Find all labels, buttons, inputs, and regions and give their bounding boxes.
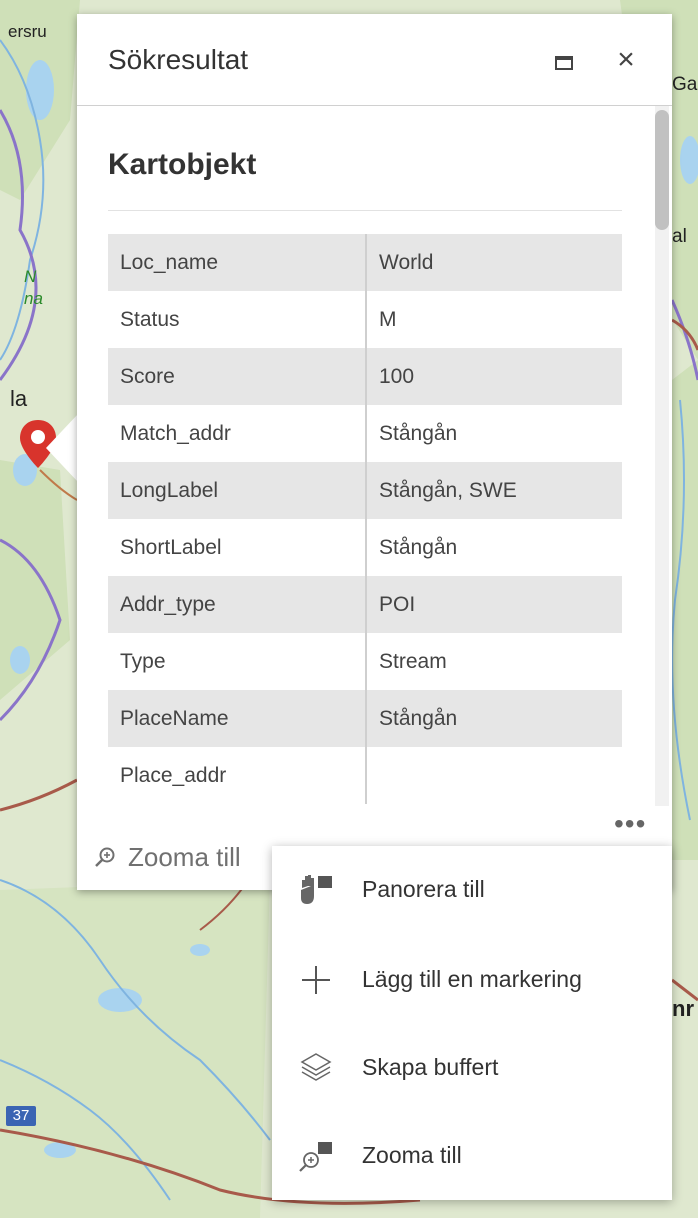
park-label-line1: N	[24, 267, 37, 286]
attribute-table: Loc_name World Status M Score 100 Match_addr St…	[108, 234, 622, 804]
attribute-value: POI	[366, 576, 622, 633]
attribute-key: Status	[108, 291, 367, 348]
attribute-value	[366, 747, 622, 804]
menu-item-label: Zooma till	[362, 1142, 462, 1168]
more-actions-button[interactable]: •••	[614, 810, 658, 840]
attribute-row: Addr_type POI	[108, 576, 622, 633]
feature-layer-title: Kartobjekt	[108, 148, 257, 181]
scrollbar-thumb[interactable]	[655, 110, 669, 230]
attribute-row: PlaceName Stångån	[108, 690, 622, 747]
attribute-value: Stångån	[366, 690, 622, 747]
attribute-row: Place_addr	[108, 747, 622, 804]
attribute-value: M	[379, 307, 397, 331]
maximize-button[interactable]	[548, 45, 580, 77]
menu-item-label: Skapa buffert	[362, 1054, 499, 1080]
map-place-label: la	[10, 386, 28, 411]
popup-pointer	[46, 414, 78, 482]
maximize-icon	[555, 56, 573, 70]
attribute-key: Match_addr	[108, 405, 367, 462]
attribute-key: Type	[108, 633, 367, 690]
layers-icon	[300, 1053, 332, 1081]
attribute-row: Type Stream	[108, 633, 622, 690]
divider	[108, 210, 622, 211]
attribute-row: Match_addr Stångån	[108, 405, 622, 462]
park-label-line2: na	[24, 289, 43, 308]
attribute-value: World	[366, 234, 622, 291]
popup-header: Sökresultat ×	[77, 14, 672, 106]
zoom-to-icon	[299, 1142, 332, 1172]
attribute-key: ShortLabel	[108, 519, 367, 576]
attribute-value: Stångån	[379, 535, 458, 559]
attribute-key: LongLabel	[108, 462, 367, 519]
plus-icon	[302, 966, 330, 994]
attribute-key: PlaceName	[108, 690, 367, 747]
attribute-row: Status M	[108, 291, 622, 348]
map-place-label: al	[672, 226, 687, 247]
attribute-value: 100	[366, 348, 622, 405]
menu-item-add-marker[interactable]: Lägg till en markering	[272, 936, 672, 1024]
menu-item-label: Lägg till en markering	[362, 966, 582, 992]
attribute-row: LongLabel Stångån, SWE	[108, 462, 622, 519]
menu-item-pan-to[interactable]: Panorera till	[272, 846, 672, 934]
menu-item-label: Panorera till	[362, 876, 485, 902]
attribute-key: Score	[108, 348, 367, 405]
map-place-label: ersru	[8, 22, 47, 41]
attribute-row: ShortLabel Stångån	[108, 519, 622, 576]
attribute-value: Stångån	[379, 421, 458, 445]
pan-icon	[301, 875, 332, 904]
attribute-value: Stream	[379, 649, 447, 673]
zoom-in-icon	[95, 847, 115, 867]
map-park-label: N na	[24, 266, 43, 310]
close-button[interactable]: ×	[610, 42, 642, 78]
attribute-key: Addr_type	[108, 576, 367, 633]
attribute-row: Loc_name World	[108, 234, 622, 291]
popup-title: Sökresultat	[108, 44, 249, 75]
search-result-popup: Sökresultat × Kartobjekt Loc_name World St…	[77, 14, 672, 890]
road-number-shield: 37	[6, 1106, 36, 1126]
zoom-to-label: Zooma till	[128, 842, 241, 872]
menu-item-zoom-to[interactable]: Zooma till	[272, 1112, 672, 1200]
attribute-key: Place_addr	[108, 747, 367, 804]
actions-menu: Panorera till Lägg till en markering Ska…	[272, 846, 672, 1200]
popup-content[interactable]: Kartobjekt Loc_name World Status M Score 100 M…	[77, 106, 672, 818]
map-place-label: nr	[672, 996, 694, 1021]
menu-item-create-buffer[interactable]: Skapa buffert	[272, 1024, 672, 1112]
attribute-value: Stångån, SWE	[366, 462, 622, 519]
attribute-key: Loc_name	[108, 234, 367, 291]
map-place-label: Ga	[672, 74, 698, 95]
attribute-row: Score 100	[108, 348, 622, 405]
